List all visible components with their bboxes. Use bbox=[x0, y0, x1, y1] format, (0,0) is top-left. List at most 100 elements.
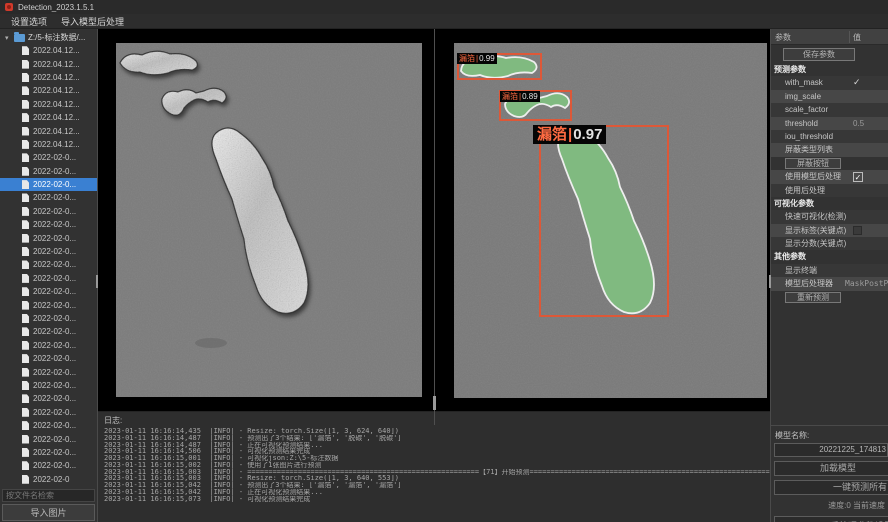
tree-file-item[interactable]: 2022-02-0... bbox=[0, 446, 97, 459]
tree-file-item[interactable]: 2022-02-0... bbox=[0, 231, 97, 244]
tree-file-item[interactable]: 2022-02-0... bbox=[0, 165, 97, 178]
tree-file-item[interactable]: 2022.04.12... bbox=[0, 98, 97, 111]
tree-file-item[interactable]: 2022.04.12... bbox=[0, 44, 97, 57]
tree-file-item[interactable]: 2022.04.12... bbox=[0, 124, 97, 137]
file-icon bbox=[22, 127, 29, 136]
tree-file-label: 2022-02-0... bbox=[33, 421, 76, 430]
tree-file-item[interactable]: 2022-02-0... bbox=[0, 352, 97, 365]
param-row[interactable]: 快速可视化(检测) bbox=[771, 210, 888, 223]
tree-file-item[interactable]: 2022-02-0... bbox=[0, 392, 97, 405]
postprocess-settings-button[interactable]: 后处理参数设置 bbox=[774, 516, 888, 522]
file-panel: ▾ Z:/5-标注数据/... 2022.04.12... 2022.04.12… bbox=[0, 29, 97, 522]
filename-search-input[interactable] bbox=[2, 489, 95, 502]
param-row[interactable]: iou_threshold bbox=[771, 130, 888, 143]
tree-root-folder[interactable]: ▾ Z:/5-标注数据/... bbox=[0, 31, 97, 44]
param-row[interactable]: 使用模型后处理 ✓ bbox=[771, 170, 888, 183]
param-row[interactable]: 显示分数(关键点) bbox=[771, 237, 888, 250]
tree-file-item[interactable]: 2022-02-0... bbox=[0, 325, 97, 338]
tree-file-item[interactable]: 2022-02-0... bbox=[0, 365, 97, 378]
file-icon bbox=[22, 301, 29, 310]
param-value[interactable] bbox=[853, 226, 862, 235]
file-icon bbox=[22, 435, 29, 444]
tree-file-item[interactable]: 2022-02-0... bbox=[0, 245, 97, 258]
file-tree: ▾ Z:/5-标注数据/... 2022.04.12... 2022.04.12… bbox=[0, 31, 97, 487]
param-label: 显示分数(关键点) bbox=[785, 237, 846, 250]
tree-file-item[interactable]: 2022-02-0... bbox=[0, 406, 97, 419]
model-name-field[interactable]: 20221225_174813 bbox=[774, 443, 888, 457]
param-label: 显示标签(关键点) bbox=[785, 224, 846, 237]
tree-file-item[interactable]: 2022-02-0... bbox=[0, 178, 97, 191]
prediction-image-view[interactable]: 漏箔|0.99 漏箔|0.89 漏箔|0.97 bbox=[454, 43, 767, 398]
file-icon bbox=[22, 193, 29, 202]
param-row[interactable]: 使用后处理 bbox=[771, 184, 888, 197]
param-row[interactable]: 预测参数 bbox=[771, 63, 888, 76]
param-row[interactable]: 屏蔽按钮 bbox=[771, 157, 888, 170]
chevron-down-icon[interactable]: ▾ bbox=[5, 34, 14, 42]
tree-file-item[interactable]: 2022-02-0... bbox=[0, 285, 97, 298]
tree-file-item[interactable]: 2022.04.12... bbox=[0, 71, 97, 84]
tree-file-item[interactable]: 2022-02-0... bbox=[0, 205, 97, 218]
tree-file-item[interactable]: 2022-02-0... bbox=[0, 151, 97, 164]
param-row[interactable]: 屏蔽类型列表 bbox=[771, 143, 888, 156]
param-row[interactable]: 显示标签(关键点) bbox=[771, 224, 888, 237]
tree-file-label: 2022.04.12... bbox=[33, 100, 80, 109]
tree-file-item[interactable]: 2022.04.12... bbox=[0, 57, 97, 70]
param-row[interactable]: 显示终端 bbox=[771, 264, 888, 277]
params-col-value: 值 bbox=[853, 32, 861, 43]
tree-file-item[interactable]: 2022-02-0... bbox=[0, 419, 97, 432]
save-params-button[interactable]: 保存参数 bbox=[783, 48, 855, 61]
file-icon bbox=[22, 408, 29, 417]
tree-file-item[interactable]: 2022-02-0... bbox=[0, 298, 97, 311]
detection-label-2: 漏箔|0.89 bbox=[500, 91, 540, 102]
menu-settings[interactable]: 设置选项 bbox=[4, 15, 54, 28]
menu-import-postprocess[interactable]: 导入模型后处理 bbox=[54, 15, 131, 28]
log-line: 2023-01-11 16:16:14,435 |INFO| - Resize:… bbox=[98, 428, 770, 435]
window-title: Detection_2023.1.5.1 bbox=[18, 3, 94, 12]
param-row[interactable]: 其他参数 bbox=[771, 250, 888, 263]
param-row[interactable]: scale_factor bbox=[771, 103, 888, 116]
tree-file-item[interactable]: 2022-02-0... bbox=[0, 432, 97, 445]
tree-file-label: 2022-02-0 bbox=[33, 475, 69, 484]
image-splitter[interactable] bbox=[434, 29, 435, 425]
param-value[interactable]: MaskPostPro bbox=[845, 277, 888, 290]
load-model-button[interactable]: 加载模型 bbox=[774, 461, 888, 476]
splitter-handle-icon[interactable] bbox=[433, 396, 436, 410]
param-row[interactable]: 可视化参数 bbox=[771, 197, 888, 210]
param-row[interactable]: 重新预测 bbox=[771, 291, 888, 304]
tree-file-label: 2022-02-0... bbox=[33, 167, 76, 176]
tree-file-item[interactable]: 2022.04.12... bbox=[0, 111, 97, 124]
log-line: 2023-01-11 16:16:15,003 |INFO| - Resize:… bbox=[98, 475, 770, 482]
tree-file-item[interactable]: 2022-02-0... bbox=[0, 459, 97, 472]
param-value[interactable]: ✓ bbox=[853, 76, 861, 89]
tree-file-item[interactable]: 2022-02-0... bbox=[0, 379, 97, 392]
predict-all-button[interactable]: 一键预测所有 bbox=[774, 480, 888, 495]
tree-file-label: 2022-02-0... bbox=[33, 274, 76, 283]
param-value[interactable]: 0.5 bbox=[853, 117, 864, 130]
param-value[interactable]: ✓ bbox=[853, 172, 863, 182]
tree-file-label: 2022-02-0... bbox=[33, 341, 76, 350]
param-row[interactable]: with_mask ✓ bbox=[771, 76, 888, 89]
tree-file-item[interactable]: 2022-02-0... bbox=[0, 218, 97, 231]
tree-file-item[interactable]: 2022.04.12... bbox=[0, 84, 97, 97]
tree-file-item[interactable]: 2022-02-0... bbox=[0, 258, 97, 271]
param-row[interactable]: threshold 0.5 bbox=[771, 117, 888, 130]
tree-file-item[interactable]: 2022-02-0... bbox=[0, 312, 97, 325]
tree-file-item[interactable]: 2022-02-0 bbox=[0, 473, 97, 486]
params-panel: 参数 值 保存参数 预测参数 with_mask ✓ img_scale sca… bbox=[771, 29, 888, 522]
tree-file-item[interactable]: 2022-02-0... bbox=[0, 339, 97, 352]
raw-image-view[interactable] bbox=[116, 43, 422, 397]
image-viewers: 漏箔|0.99 漏箔|0.89 漏箔|0.97 bbox=[98, 29, 770, 411]
tree-file-item[interactable]: 2022-02-0... bbox=[0, 272, 97, 285]
import-images-button[interactable]: 导入图片 bbox=[2, 504, 95, 521]
tree-file-item[interactable]: 2022-02-0... bbox=[0, 191, 97, 204]
file-icon bbox=[22, 421, 29, 430]
log-line: 2023-01-11 16:16:15,042 |INFO| - 正在可视化预测… bbox=[98, 489, 770, 496]
tree-file-label: 2022-02-0... bbox=[33, 394, 76, 403]
log-line: 2023-01-11 16:16:15,073 |INFO| - 可视化预测结果… bbox=[98, 496, 770, 503]
tree-file-label: 2022-02-0... bbox=[33, 381, 76, 390]
param-label: 显示终端 bbox=[785, 264, 817, 277]
tree-file-item[interactable]: 2022.04.12... bbox=[0, 138, 97, 151]
tree-file-label: 2022-02-0... bbox=[33, 408, 76, 417]
param-row[interactable]: img_scale bbox=[771, 90, 888, 103]
param-row[interactable]: 模型后处理器 MaskPostPro bbox=[771, 277, 888, 290]
